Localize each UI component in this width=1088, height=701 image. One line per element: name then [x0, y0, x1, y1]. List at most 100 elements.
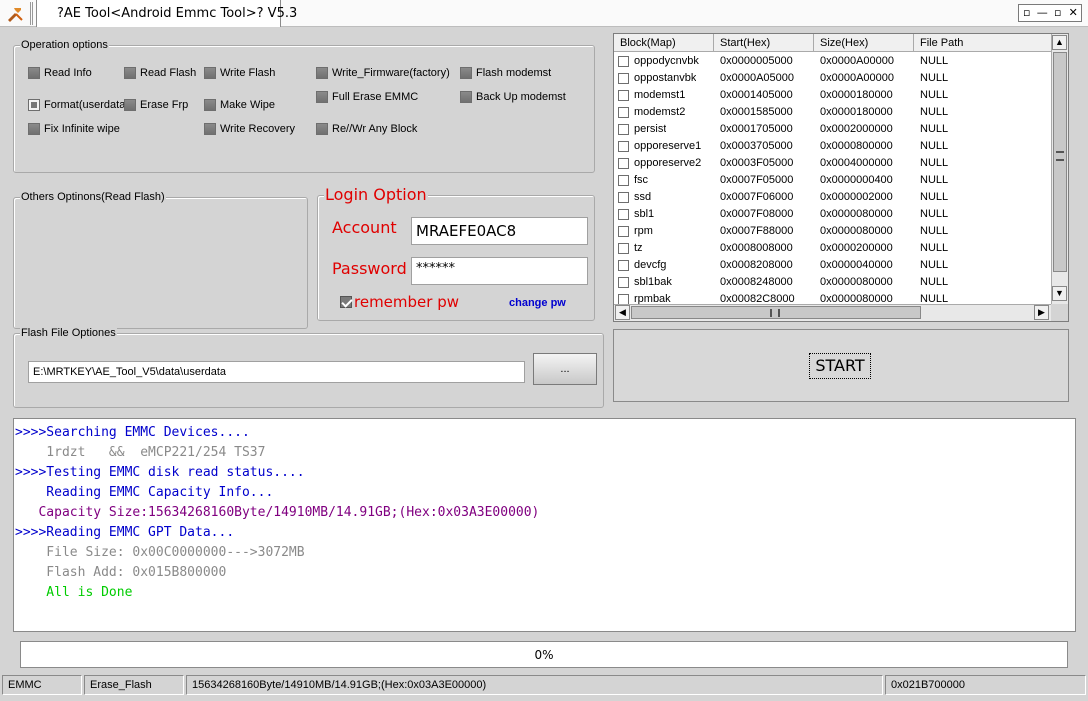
start-hex-cell: 0x0001585000	[720, 106, 793, 118]
checkbox-icon	[204, 123, 216, 135]
row-checkbox[interactable]	[618, 277, 629, 288]
row-checkbox[interactable]	[618, 175, 629, 186]
checkbox-icon	[316, 67, 328, 79]
table-row[interactable]: sbl1bak 0x0008248000 0x0000080000 NULL	[614, 274, 1051, 291]
option-write-recovery[interactable]: Write Recovery	[204, 123, 295, 135]
title-bar: ?AE Tool<Android Emmc Tool>? V5.3 ▫ — ▫ …	[0, 0, 1088, 27]
option-flash-modemst[interactable]: Flash modemst	[460, 67, 551, 79]
table-row[interactable]: modemst1 0x0001405000 0x0000180000 NULL	[614, 87, 1051, 104]
restore-icon[interactable]: ▫	[1019, 5, 1035, 21]
table-row[interactable]: rpm 0x0007F88000 0x0000080000 NULL	[614, 223, 1051, 240]
option-read-flash[interactable]: Read Flash	[124, 67, 196, 79]
block-name: devcfg	[634, 259, 667, 271]
table-row[interactable]: opporeserve1 0x0003705000 0x0000800000 NULL	[614, 138, 1051, 155]
option-fix-infinite-wipe[interactable]: Fix Infinite wipe	[28, 123, 120, 135]
table-row[interactable]: fsc 0x0007F05000 0x0000000400 NULL	[614, 172, 1051, 189]
block-name-cell: rpmbak	[614, 291, 714, 304]
file-path-cell: NULL	[920, 55, 949, 67]
minimize-icon[interactable]: —	[1035, 5, 1051, 21]
log-line: All is Done	[15, 585, 133, 600]
scroll-left-icon[interactable]: ◀	[615, 305, 630, 320]
scroll-right-icon[interactable]: ▶	[1034, 305, 1049, 320]
size-hex-cell: 0x0000080000	[820, 208, 893, 220]
start-panel[interactable]: START	[613, 329, 1069, 402]
row-checkbox[interactable]	[618, 107, 629, 118]
row-checkbox[interactable]	[618, 226, 629, 237]
block-name-cell: devcfg	[614, 257, 714, 274]
window-controls: ▫ — ▫ ✕	[1018, 4, 1082, 22]
block-name: rpmbak	[634, 293, 671, 304]
column-header[interactable]: Block(Map)	[614, 34, 714, 52]
option-rewr-any-block[interactable]: Re//Wr Any Block	[316, 123, 417, 135]
option-make-wipe[interactable]: Make Wipe	[204, 99, 275, 111]
start-hex-cell: 0x0001705000	[720, 123, 793, 135]
close-icon[interactable]: ✕	[1066, 5, 1082, 21]
table-row[interactable]: persist 0x0001705000 0x0002000000 NULL	[614, 121, 1051, 138]
table-row[interactable]: rpmbak 0x00082C8000 0x0000080000 NULL	[614, 291, 1051, 304]
scroll-up-icon[interactable]: ▲	[1052, 35, 1067, 50]
flash-path-input[interactable]: E:\MRTKEY\AE_Tool_V5\data\userdata	[28, 361, 525, 383]
row-checkbox[interactable]	[618, 192, 629, 203]
remember-pw-checkbox[interactable]: remember pw	[340, 293, 459, 311]
checkbox-icon	[316, 91, 328, 103]
size-hex-cell: 0x0000002000	[820, 191, 893, 203]
row-checkbox[interactable]	[618, 73, 629, 84]
row-checkbox[interactable]	[618, 90, 629, 101]
table-body: oppodycnvbk 0x0000005000 0x0000A00000 NULL o…	[614, 53, 1051, 304]
option-write-firmware[interactable]: Write_Firmware(factory)	[316, 67, 450, 79]
horizontal-scrollbar[interactable]: ◀ ▶	[614, 304, 1051, 321]
row-checkbox[interactable]	[618, 141, 629, 152]
vertical-scrollbar[interactable]: ▲ ▼	[1051, 34, 1068, 304]
size-hex-cell: 0x0000180000	[820, 89, 893, 101]
row-checkbox[interactable]	[618, 124, 629, 135]
column-header[interactable]: Start(Hex)	[714, 34, 814, 52]
maximize-icon[interactable]: ▫	[1050, 5, 1066, 21]
row-checkbox[interactable]	[618, 260, 629, 271]
option-format-userdata[interactable]: Format(userdata)	[28, 99, 129, 111]
column-header[interactable]: File Path	[914, 34, 1051, 52]
row-checkbox[interactable]	[618, 243, 629, 254]
checkbox-icon	[124, 67, 136, 79]
scroll-down-icon[interactable]: ▼	[1052, 286, 1067, 301]
table-row[interactable]: opporeserve2 0x0003F05000 0x0004000000 NULL	[614, 155, 1051, 172]
column-header[interactable]: Size(Hex)	[814, 34, 914, 52]
table-row[interactable]: tz 0x0008008000 0x0000200000 NULL	[614, 240, 1051, 257]
option-read-info[interactable]: Read Info	[28, 67, 92, 79]
change-pw-link[interactable]: change pw	[509, 297, 566, 309]
size-hex-cell: 0x0004000000	[820, 157, 893, 169]
option-backup-modemst[interactable]: Back Up modemst	[460, 91, 566, 103]
table-row[interactable]: oppodycnvbk 0x0000005000 0x0000A00000 NULL	[614, 53, 1051, 70]
option-label: Read Flash	[140, 67, 197, 79]
option-full-erase-emmc[interactable]: Full Erase EMMC	[316, 91, 418, 103]
log-line: Reading EMMC Capacity Info...	[15, 485, 274, 500]
start-hex-cell: 0x0007F88000	[720, 225, 794, 237]
grip-icon	[1056, 151, 1064, 161]
option-erase-frp[interactable]: Erase Frp	[124, 99, 188, 111]
operation-options-title: Operation options	[20, 39, 109, 51]
scroll-thumb-horizontal[interactable]	[631, 306, 921, 319]
table-row[interactable]: devcfg 0x0008208000 0x0000040000 NULL	[614, 257, 1051, 274]
table-row[interactable]: modemst2 0x0001585000 0x0000180000 NULL	[614, 104, 1051, 121]
others-options-group: Others Optinons(Read Flash)	[13, 191, 308, 329]
block-name-cell: rpm	[614, 223, 714, 240]
option-write-flash[interactable]: Write Flash	[204, 67, 275, 79]
account-input[interactable]: MRAEFE0AC8	[411, 217, 588, 245]
checkbox-icon	[460, 67, 472, 79]
table-row[interactable]: sbl1 0x0007F08000 0x0000080000 NULL	[614, 206, 1051, 223]
file-path-cell: NULL	[920, 259, 949, 271]
start-hex-cell: 0x0007F06000	[720, 191, 794, 203]
row-checkbox[interactable]	[618, 209, 629, 220]
log-line: 1rdzt && eMCP221/254 TS37	[15, 445, 266, 460]
row-checkbox[interactable]	[618, 158, 629, 169]
table-row[interactable]: oppostanvbk 0x0000A05000 0x0000A00000 NULL	[614, 70, 1051, 87]
log-line: File Size: 0x00C0000000--->3072MB	[15, 545, 305, 560]
browse-button[interactable]: ...	[533, 353, 597, 385]
row-checkbox[interactable]	[618, 294, 629, 304]
scroll-thumb[interactable]	[1053, 52, 1067, 272]
block-name: opporeserve1	[634, 140, 702, 152]
table-row[interactable]: ssd 0x0007F06000 0x0000002000 NULL	[614, 189, 1051, 206]
row-checkbox[interactable]	[618, 56, 629, 67]
password-input[interactable]: ******	[411, 257, 588, 285]
start-button[interactable]: START	[809, 353, 871, 379]
file-path-cell: NULL	[920, 106, 949, 118]
